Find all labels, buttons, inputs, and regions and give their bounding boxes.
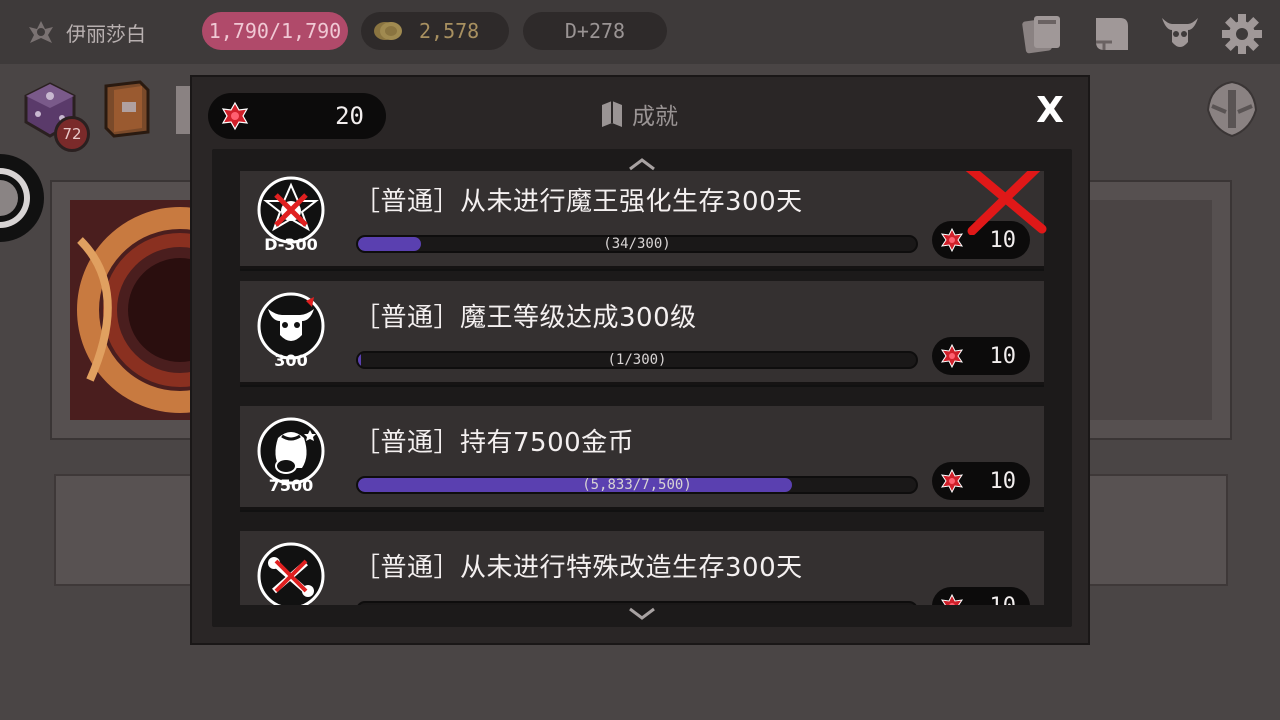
achievement-progress-bar: (5,833/7,500)	[356, 476, 918, 494]
achievement-item[interactable]: D-300 ［普通］从未进行魔王强化生存300天 (34/300) 10	[240, 171, 1047, 269]
close-button[interactable]: X	[1030, 91, 1070, 131]
achievement-item[interactable]: 300 ［普通］魔王等级达成300级 (1/300) 10	[240, 281, 1044, 385]
achievement-progress-bar: (1/300)	[356, 351, 918, 369]
claimed-cross-icon	[965, 171, 1047, 235]
achievement-tag: D-300	[264, 235, 318, 254]
modal-title: 成就	[600, 97, 678, 131]
no-special-remodel-icon	[257, 542, 325, 605]
gem-count: 20	[335, 102, 364, 130]
player-info[interactable]: 伊丽莎白	[26, 16, 146, 48]
helmet-icon[interactable]	[1200, 76, 1264, 140]
achievement-item[interactable]: 7500 ［普通］持有7500金币 (5,833/7,500) 10	[240, 406, 1044, 510]
red-gem-icon	[940, 469, 964, 493]
player-emblem-icon	[29, 21, 53, 43]
reward-amount: 10	[989, 343, 1017, 369]
dice-count-badge: 72	[54, 116, 90, 152]
cards-icon[interactable]	[1020, 12, 1064, 56]
red-gem-icon	[940, 594, 964, 605]
red-gem-icon	[940, 344, 964, 368]
background-panel-slot	[1090, 200, 1212, 420]
day-counter: D+278	[523, 12, 667, 50]
red-gem-icon	[221, 101, 249, 131]
gold-display: 2,578	[361, 12, 509, 50]
achievement-tag: 300	[274, 351, 308, 370]
reward-amount: 10	[990, 594, 1017, 606]
achievement-item[interactable]: ［普通］从未进行特殊改造生存300天 10	[240, 531, 1044, 605]
top-bar: 伊丽莎白 1,790/1,790 2,578 D+278	[0, 0, 1280, 64]
coin-icon	[374, 22, 402, 40]
background-artwork	[70, 200, 194, 420]
achievement-reward: 10	[932, 587, 1030, 605]
achievement-reward: 10	[932, 462, 1030, 500]
achievement-title: ［普通］持有7500金币	[354, 428, 635, 458]
achievement-progress-bar: (34/300)	[356, 235, 918, 253]
achievement-tag: 7500	[268, 476, 314, 495]
demon-skull-icon[interactable]	[1158, 12, 1202, 56]
scroll-down-icon[interactable]	[624, 605, 660, 623]
achievement-list[interactable]: D-300 ［普通］从未进行魔王强化生存300天 (34/300) 10 300 ［普通］…	[212, 149, 1072, 627]
settings-gear-icon[interactable]	[1220, 12, 1264, 56]
scroll-book-icon[interactable]	[1090, 12, 1134, 56]
modal-title-text: 成就	[632, 104, 678, 130]
portal-ring-icon	[0, 154, 44, 242]
spellbook-icon[interactable]	[96, 76, 160, 140]
achievement-reward: 10	[932, 337, 1030, 375]
player-name: 伊丽莎白	[66, 21, 146, 46]
achievement-title: ［普通］从未进行魔王强化生存300天	[354, 187, 803, 217]
reward-amount: 10	[989, 468, 1017, 494]
gold-amount: 2,578	[419, 19, 480, 43]
red-gem-icon	[940, 228, 964, 252]
gem-counter: 20	[208, 93, 386, 139]
book-icon	[602, 101, 622, 127]
hp-display: 1,790/1,790	[202, 12, 348, 50]
achievement-title: ［普通］魔王等级达成300级	[354, 303, 697, 333]
achievement-list-viewport: D-300 ［普通］从未进行魔王强化生存300天 (34/300) 10 300 ［普通］…	[212, 171, 1072, 605]
achievements-modal: 20 成就 X D-300 ［普通］从未进行魔王强化生存300天 (34/300) 1…	[190, 75, 1090, 645]
achievement-progress-text: (5,833/7,500)	[582, 477, 692, 493]
achievement-title: ［普通］从未进行特殊改造生存300天	[354, 553, 803, 583]
achievement-progress-text: (1/300)	[607, 352, 667, 368]
achievement-progress-text: (34/300)	[603, 236, 671, 252]
